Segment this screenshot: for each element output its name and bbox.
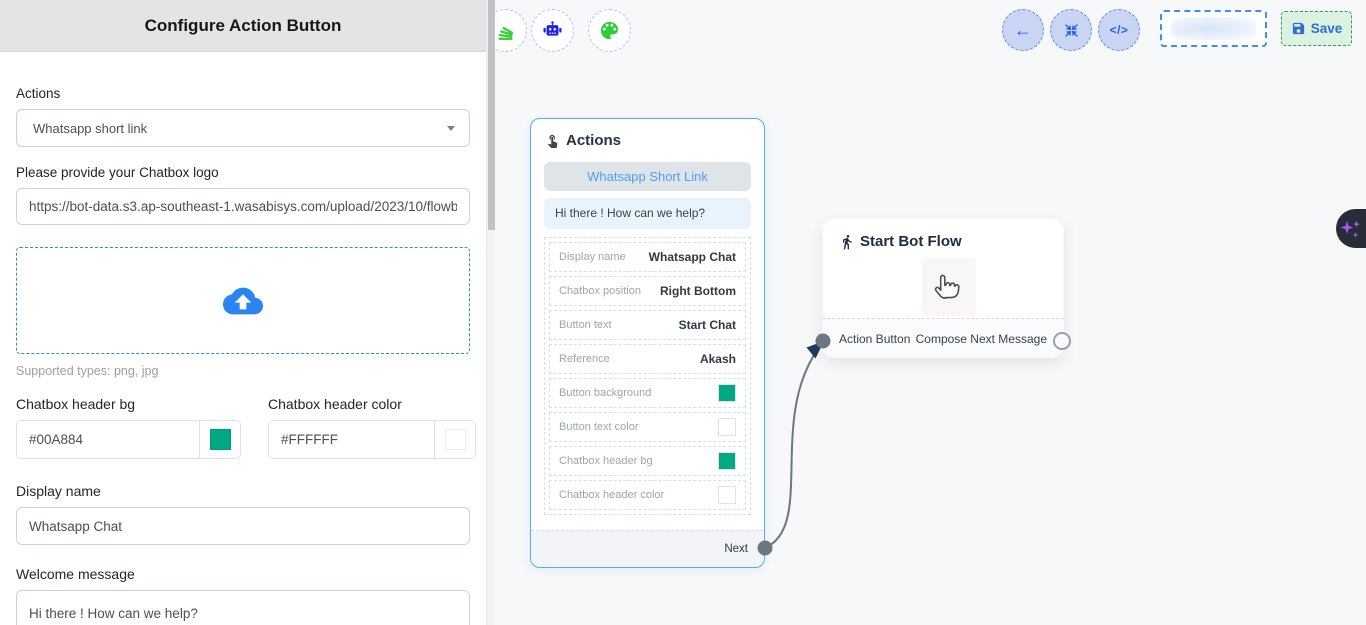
stack-icon <box>495 20 517 42</box>
actions-node-properties: Display nameWhatsapp Chat Chatbox positi… <box>544 237 751 515</box>
property-row: ReferenceAkash <box>549 344 746 374</box>
cursor-pad <box>922 258 976 316</box>
sparkles-icon <box>1339 216 1363 242</box>
back-arrow-icon: ← <box>1014 21 1032 39</box>
palette-icon <box>598 19 621 42</box>
back-button[interactable]: ← <box>1002 9 1044 51</box>
property-row: Button textStart Chat <box>549 310 746 340</box>
save-button[interactable]: Save <box>1281 11 1352 46</box>
compress-icon <box>1063 22 1080 39</box>
save-label: Save <box>1311 21 1343 36</box>
whatsapp-short-link-button[interactable]: Whatsapp Short Link <box>544 162 751 191</box>
robot-icon <box>541 19 564 42</box>
start-node-title: Start Bot Flow <box>860 233 962 250</box>
header-color-label: Chatbox header color <box>268 396 476 412</box>
display-name-label: Display name <box>16 483 470 499</box>
property-row: Display nameWhatsapp Chat <box>549 242 746 272</box>
start-bot-flow-node[interactable]: Start Bot Flow Action Button Compose Nex… <box>822 218 1064 358</box>
actions-node[interactable]: Actions Whatsapp Short Link Hi there ! H… <box>530 118 765 568</box>
page-title: Configure Action Button <box>0 0 486 52</box>
cloud-upload-icon <box>223 284 263 318</box>
welcome-message-preview: Hi there ! How can we help? <box>544 198 751 229</box>
walking-person-icon <box>839 234 855 250</box>
actions-node-title: Actions <box>566 132 621 149</box>
color-swatch <box>718 452 736 470</box>
header-color-swatch <box>445 429 466 450</box>
header-color-picker[interactable] <box>434 421 475 458</box>
property-row: Button background <box>549 378 746 408</box>
welcome-input[interactable] <box>16 590 470 625</box>
actions-select-value: Whatsapp short link <box>33 121 147 136</box>
save-icon <box>1291 21 1306 36</box>
theme-tool-button[interactable] <box>588 9 631 52</box>
bot-tool-button[interactable] <box>531 9 574 52</box>
property-row: Chatbox header bg <box>549 446 746 476</box>
display-name-input[interactable] <box>16 507 470 545</box>
welcome-label: Welcome message <box>16 566 470 582</box>
port-label-compose-next-message: Compose Next Message <box>916 332 1047 346</box>
logo-url-input[interactable] <box>16 188 470 225</box>
flow-name-input[interactable] <box>1160 10 1267 47</box>
logo-dropzone[interactable] <box>16 247 470 354</box>
config-panel: Configure Action Button Actions Whatsapp… <box>0 0 486 625</box>
color-swatch <box>718 486 736 504</box>
actions-select[interactable]: Whatsapp short link <box>16 109 470 147</box>
hand-cursor-icon <box>932 270 966 304</box>
upload-hint: Supported types: png, jpg <box>16 364 470 378</box>
start-node-body: Start Bot Flow <box>824 220 1062 319</box>
header-color-group <box>268 420 476 459</box>
port-label-action-button: Action Button <box>839 332 910 346</box>
header-bg-label: Chatbox header bg <box>16 396 241 412</box>
property-row: Chatbox positionRight Bottom <box>549 276 746 306</box>
header-color-input[interactable] <box>269 421 434 458</box>
ai-assistant-button[interactable] <box>1336 209 1366 248</box>
chevron-down-icon <box>447 126 455 131</box>
color-swatch <box>718 418 736 436</box>
code-icon: </> <box>1110 23 1129 37</box>
property-row: Chatbox header color <box>549 480 746 510</box>
color-swatch <box>718 384 736 402</box>
header-bg-input[interactable] <box>17 421 199 458</box>
property-row: Button text color <box>549 412 746 442</box>
code-view-button[interactable]: </> <box>1098 9 1140 51</box>
actions-label: Actions <box>16 86 470 101</box>
header-bg-picker[interactable] <box>199 421 240 458</box>
fit-view-button[interactable] <box>1050 9 1092 51</box>
panel-scrollbar[interactable] <box>486 0 495 625</box>
logo-label: Please provide your Chatbox logo <box>16 165 470 180</box>
next-port-label: Next <box>531 530 764 567</box>
flow-name-redacted <box>1171 17 1256 40</box>
header-bg-group <box>16 420 241 459</box>
header-bg-swatch <box>210 429 231 450</box>
touch-app-icon <box>545 133 560 148</box>
panel-scrollbar-thumb[interactable] <box>488 0 495 230</box>
